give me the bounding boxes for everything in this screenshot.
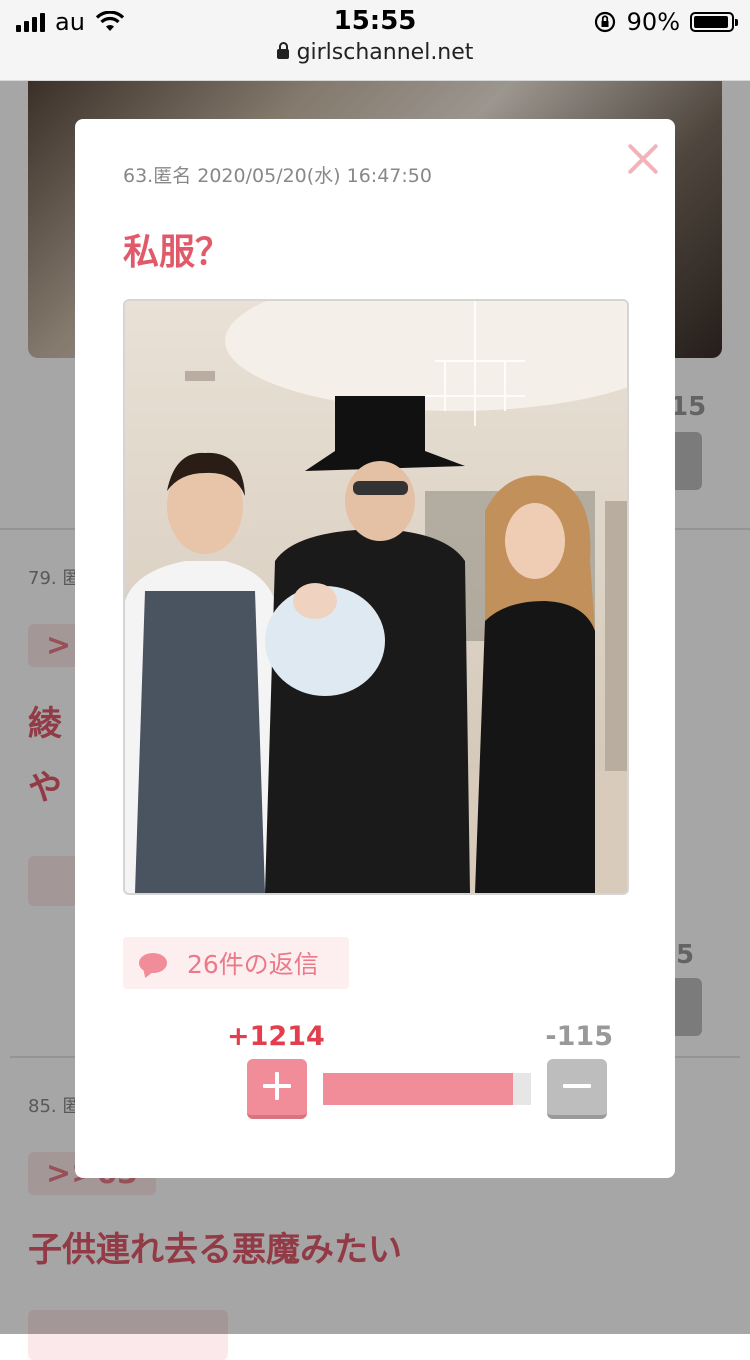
reply-count-button[interactable]: 26件の返信 — [123, 937, 349, 989]
status-bar: au 15:55 90% girlschannel.net — [0, 0, 750, 81]
comment-meta: 63.匿名 2020/05/20(水) 16:47:50 — [123, 165, 432, 187]
minus-score: -115 — [545, 1021, 613, 1052]
plus-score: +1214 — [227, 1021, 325, 1052]
comment-photo[interactable] — [123, 299, 629, 895]
close-icon[interactable] — [623, 139, 663, 179]
url-text: girlschannel.net — [296, 40, 474, 65]
orientation-lock-icon — [594, 11, 615, 33]
vote-ratio-bar — [323, 1073, 531, 1105]
status-right: 90% — [593, 8, 738, 36]
address-bar[interactable]: girlschannel.net — [0, 40, 750, 65]
photo-illustration — [125, 301, 627, 893]
reply-count-label: 26件の返信 — [187, 950, 319, 979]
vote-ratio-fill — [323, 1073, 513, 1105]
comment-title: 私服？ — [123, 232, 232, 273]
minus-vote-button[interactable] — [547, 1059, 607, 1119]
comment-modal: 63.匿名 2020/05/20(水) 16:47:50 私服？ 26件の返信 … — [75, 119, 675, 1178]
battery-icon — [690, 12, 738, 32]
battery-percent: 90% — [626, 8, 680, 36]
lock-icon — [276, 42, 289, 59]
plus-vote-button[interactable] — [247, 1059, 307, 1119]
speech-bubble-icon — [139, 953, 167, 973]
